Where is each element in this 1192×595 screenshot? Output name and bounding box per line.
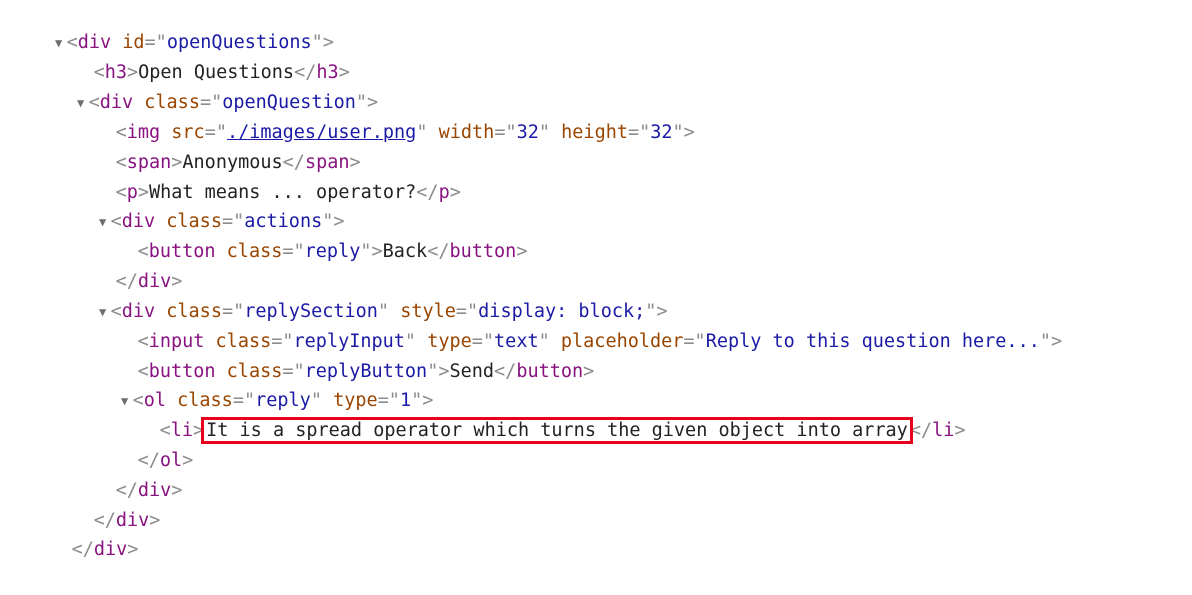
text-node: Back [382, 241, 428, 262]
text-node: Send [449, 361, 495, 382]
tree-node-back-button[interactable]: <button class="reply">Back</button> [93, 207, 528, 262]
highlighted-text-node[interactable]: It is a spread operator which turns the … [201, 417, 913, 444]
attr-value: reply [304, 241, 361, 262]
tree-node-li[interactable]: <li> It is a spread operator which turns … [115, 386, 966, 444]
tree-node-actions-div[interactable]: ▼ <div class="actions"> [50, 177, 345, 232]
tag-name: button [516, 361, 584, 382]
tag-name: p [438, 182, 450, 203]
attr-name: height [561, 122, 628, 143]
tree-node-h3[interactable]: <h3>Open Questions</h3> [49, 28, 350, 83]
tree-node-root-div-close[interactable]: </div> [27, 505, 139, 560]
tree-node-reply-section-close[interactable]: </div> [71, 446, 183, 501]
attr-value: 32 [650, 122, 673, 143]
tag-name: li [932, 420, 955, 441]
tree-node-send-button[interactable]: <button class="replyButton">Send</button… [93, 327, 595, 382]
tree-node-ol-close[interactable]: </ol> [93, 416, 194, 471]
attr-value: 32 [516, 122, 539, 143]
tree-node-img[interactable]: <img src="./images/user.png" width="32" … [71, 88, 695, 143]
tree-node-span[interactable]: <span>Anonymous</span> [71, 118, 361, 173]
attr-value: Reply to this question here... [705, 331, 1040, 352]
tree-node-p[interactable]: <p>What means ... operator?</p> [71, 148, 461, 203]
tree-node-actions-div-close[interactable]: </div> [71, 237, 183, 292]
tree-node-question-div-close[interactable]: </div> [49, 476, 161, 531]
tag-name: div [93, 539, 128, 560]
attr-name: width [438, 122, 495, 143]
tree-node-question-div[interactable]: ▼ <div class="openQuestion"> [28, 58, 378, 113]
tree-node-root-div[interactable]: ▼ <div id="openQuestions"> [6, 0, 334, 53]
tree-node-reply-input[interactable]: <input class="replyInput" type="text" pl… [93, 297, 1063, 352]
tree-node-ol[interactable]: ▼ <ol class="reply" type="1"> [72, 356, 433, 411]
tag-name: button [449, 241, 517, 262]
attr-name: class [226, 241, 283, 262]
tree-node-reply-section[interactable]: ▼ <div class="replySection" style="displa… [50, 267, 668, 322]
